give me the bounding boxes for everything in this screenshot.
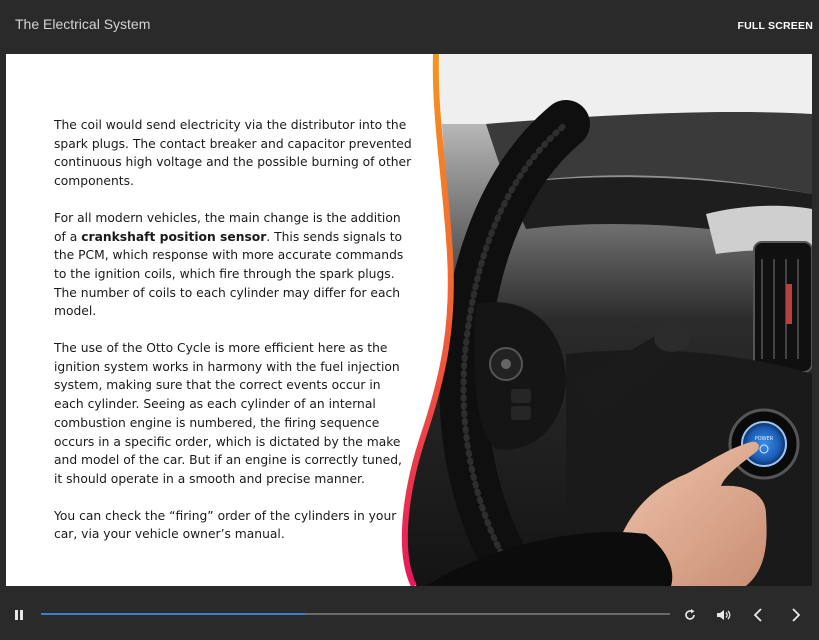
next-icon[interactable] <box>786 605 806 625</box>
power-button-label: POWER <box>755 436 774 442</box>
highlight-term: crankshaft position sensor <box>81 229 267 244</box>
progress-fill <box>41 613 306 615</box>
replay-icon[interactable] <box>680 605 700 625</box>
paragraph-1: The coil would send electricity via the … <box>54 118 412 189</box>
full-screen-button[interactable]: FULL SCREEN <box>737 20 813 32</box>
paragraph-2: For all modern vehicles, the main change… <box>54 210 404 319</box>
slide-text: The coil would send electricity via the … <box>54 116 414 562</box>
slide-content: POWER The coil would send electricity vi… <box>6 54 812 586</box>
volume-icon[interactable] <box>713 605 733 625</box>
player-controls <box>0 588 819 640</box>
lesson-title: The Electrical System <box>15 16 151 32</box>
paragraph-4: You can check the “firing” order of the … <box>54 508 397 542</box>
pause-icon[interactable] <box>9 605 29 625</box>
previous-icon[interactable] <box>748 605 768 625</box>
top-bar: The Electrical System FULL SCREEN <box>0 0 819 52</box>
progress-bar[interactable] <box>41 613 670 615</box>
paragraph-3: The use of the Otto Cycle is more effici… <box>54 341 402 486</box>
